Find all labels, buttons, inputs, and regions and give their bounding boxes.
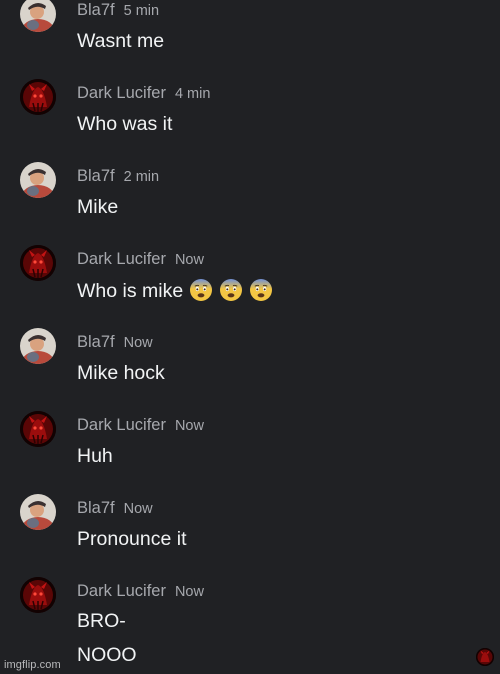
message-time: Now — [174, 252, 204, 268]
avatar-bla7f[interactable] — [20, 328, 56, 364]
author-name[interactable]: Dark Lucifer — [77, 416, 166, 434]
imgflip-watermark: imgflip.com — [4, 659, 61, 671]
message-text: Huh — [77, 445, 113, 467]
avatar-dark-lucifer[interactable] — [20, 79, 56, 115]
avatar-thumbnail-icon[interactable] — [476, 648, 494, 666]
message-header: Bla7f 2 min — [77, 166, 159, 187]
author-name[interactable]: Dark Lucifer — [77, 84, 166, 102]
message-time: Now — [123, 335, 153, 351]
message-header: Dark Lucifer 4 min — [77, 83, 210, 104]
message-header: Dark Lucifer Now — [77, 415, 204, 436]
avatar-dark-lucifer[interactable] — [20, 577, 56, 613]
message-text: Mike hock — [77, 362, 165, 384]
message-time: 5 min — [123, 3, 160, 19]
message-time: Now — [123, 501, 153, 517]
message-text-line-2: NOOO — [77, 644, 137, 666]
avatar-dark-lucifer[interactable] — [20, 411, 56, 447]
message-time: 2 min — [123, 169, 160, 185]
message-header: Bla7f Now — [77, 498, 153, 519]
message-text: Who is mike — [77, 280, 184, 302]
message-header: Bla7f 5 min — [77, 0, 159, 21]
author-name[interactable]: Dark Lucifer — [77, 250, 166, 268]
fearful-face-icon — [249, 278, 273, 302]
message-time: Now — [174, 418, 204, 434]
message-time: 4 min — [174, 86, 211, 102]
message-time: Now — [174, 584, 204, 600]
message-header: Dark Lucifer Now — [77, 249, 204, 270]
author-name[interactable]: Bla7f — [77, 167, 115, 185]
message-text: Who was it — [77, 113, 173, 135]
fearful-face-icon — [219, 278, 243, 302]
author-name[interactable]: Bla7f — [77, 1, 115, 19]
fearful-face-icon — [189, 278, 213, 302]
avatar-bla7f[interactable] — [20, 0, 56, 32]
author-name[interactable]: Bla7f — [77, 499, 115, 517]
author-name[interactable]: Bla7f — [77, 333, 115, 351]
avatar-bla7f[interactable] — [20, 494, 56, 530]
message-text: Mike — [77, 196, 119, 218]
message-text: Pronounce it — [77, 528, 187, 550]
author-name[interactable]: Dark Lucifer — [77, 582, 166, 600]
message-text: BRO- — [77, 610, 126, 632]
avatar-bla7f[interactable] — [20, 162, 56, 198]
message-text-with-emoji: Who is mike — [77, 278, 273, 303]
message-header: Dark Lucifer Now — [77, 581, 204, 602]
message-text: Wasnt me — [77, 30, 165, 52]
message-header: Bla7f Now — [77, 332, 153, 353]
chat-thread: Bla7f 5 min Wasnt me Dark Lucifer 4 min Wh… — [0, 0, 500, 674]
avatar-dark-lucifer[interactable] — [20, 245, 56, 281]
